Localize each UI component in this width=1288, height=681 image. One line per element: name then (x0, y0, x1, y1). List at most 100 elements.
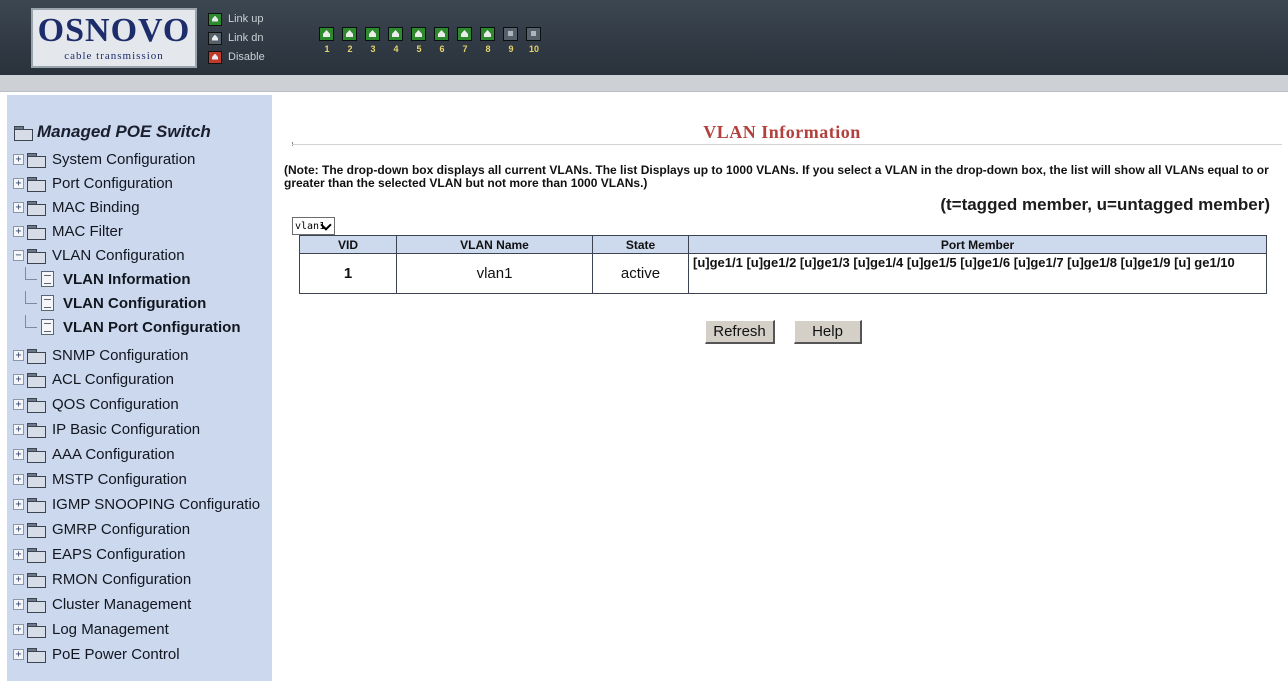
folder-icon (27, 472, 46, 488)
folder-icon (27, 422, 46, 438)
legend-link-down-label: Link dn (228, 32, 264, 44)
port-number: 1 (324, 44, 330, 54)
document-icon (41, 319, 54, 335)
port-number: 3 (370, 44, 376, 54)
collapse-minus-icon[interactable]: − (13, 249, 24, 261)
folder-icon (27, 647, 46, 663)
sidebar-item-label: VLAN Configuration (52, 246, 185, 264)
tree-root[interactable]: Managed POE Switch (14, 121, 211, 143)
sidebar-item-poe-power-control[interactable]: + PoE Power Control (13, 642, 180, 666)
folder-icon (27, 572, 46, 588)
port-8[interactable]: 8 (477, 27, 499, 61)
expand-plus-icon[interactable]: + (13, 423, 24, 435)
col-header-vid: VID (299, 235, 397, 254)
sidebar-subitem-vlan-information[interactable]: VLAN Information (21, 267, 191, 291)
port-9[interactable]: 9 (500, 27, 522, 61)
sidebar-item-qos-configuration[interactable]: + QOS Configuration (13, 392, 179, 416)
expand-plus-icon[interactable]: + (13, 398, 24, 410)
main-content: VLAN Information (Note: The drop-down bo… (272, 92, 1288, 681)
port-number: 7 (462, 44, 468, 54)
folder-icon (27, 497, 46, 513)
expand-plus-icon[interactable]: + (13, 373, 24, 385)
port-number: 6 (439, 44, 445, 54)
sidebar-item-igmp-snooping-configuration[interactable]: + IGMP SNOOPING Configuratio (13, 492, 260, 516)
sidebar-item-label: MAC Binding (52, 198, 140, 216)
cell-vid: 1 (299, 253, 397, 294)
expand-plus-icon[interactable]: + (13, 523, 24, 535)
ethernet-port-icon (319, 27, 334, 41)
expand-plus-icon[interactable]: + (13, 201, 24, 213)
disable-icon (208, 50, 222, 64)
ethernet-port-icon (411, 27, 426, 41)
expand-plus-icon[interactable]: + (13, 623, 24, 635)
sidebar-item-aaa-configuration[interactable]: + AAA Configuration (13, 442, 175, 466)
folder-icon (27, 447, 46, 463)
port-7[interactable]: 7 (454, 27, 476, 61)
sidebar-item-system-configuration[interactable]: + System Configuration (13, 147, 195, 171)
sidebar-item-port-configuration[interactable]: + Port Configuration (13, 171, 173, 195)
port-3[interactable]: 3 (362, 27, 384, 61)
legend-link-up-label: Link up (228, 13, 264, 25)
expand-plus-icon[interactable]: + (13, 498, 24, 510)
expand-plus-icon[interactable]: + (13, 598, 24, 610)
sidebar-item-acl-configuration[interactable]: + ACL Configuration (13, 367, 174, 391)
port-2[interactable]: 2 (339, 27, 361, 61)
help-button[interactable]: Help (794, 320, 862, 344)
sidebar-item-gmrp-configuration[interactable]: + GMRP Configuration (13, 517, 190, 541)
folder-icon (27, 522, 46, 538)
expand-plus-icon[interactable]: + (13, 153, 24, 165)
folder-icon (27, 224, 46, 240)
expand-plus-icon[interactable]: + (13, 573, 24, 585)
vlan-table: VID VLAN Name State Port Member 1 vlan1 … (299, 235, 1267, 294)
sidebar-item-eaps-configuration[interactable]: + EAPS Configuration (13, 542, 185, 566)
header-sub-bar (0, 75, 1288, 92)
sidebar-item-log-management[interactable]: + Log Management (13, 617, 169, 641)
port-number: 10 (528, 44, 539, 54)
tree-root-label: Managed POE Switch (37, 122, 211, 141)
sidebar-item-snmp-configuration[interactable]: + SNMP Configuration (13, 343, 188, 367)
expand-plus-icon[interactable]: + (13, 473, 24, 485)
sidebar-subitem-vlan-port-configuration[interactable]: VLAN Port Configuration (21, 315, 240, 339)
expand-plus-icon[interactable]: + (13, 648, 24, 660)
cell-port-member: [u]ge1/1 [u]ge1/2 [u]ge1/3 [u]ge1/4 [u]g… (688, 253, 1267, 294)
sidebar-item-vlan-configuration[interactable]: − VLAN Configuration (13, 243, 185, 267)
refresh-button[interactable]: Refresh (705, 320, 775, 344)
open-folder-icon (27, 248, 46, 264)
title-rule (292, 144, 1282, 145)
col-header-vlan-name: VLAN Name (396, 235, 593, 254)
expand-plus-icon[interactable]: + (13, 349, 24, 361)
sidebar-item-rmon-configuration[interactable]: + RMON Configuration (13, 567, 191, 591)
sidebar-item-label: IP Basic Configuration (52, 420, 201, 438)
sidebar-item-ip-basic-configuration[interactable]: + IP Basic Configuration (13, 417, 200, 441)
port-5[interactable]: 5 (408, 27, 430, 61)
port-1[interactable]: 1 (316, 27, 338, 61)
port-4[interactable]: 4 (385, 27, 407, 61)
sidebar-item-label: SNMP Configuration (52, 346, 189, 364)
link-down-icon (208, 31, 222, 45)
sidebar-subitem-vlan-configuration[interactable]: VLAN Configuration (21, 291, 206, 315)
member-legend: (t=tagged member, u=untagged member) (940, 195, 1270, 214)
ethernet-port-icon (480, 27, 495, 41)
sidebar-item-mac-binding[interactable]: + MAC Binding (13, 195, 140, 219)
folder-icon (27, 547, 46, 563)
expand-plus-icon[interactable]: + (13, 448, 24, 460)
expand-plus-icon[interactable]: + (13, 225, 24, 237)
expand-plus-icon[interactable]: + (13, 177, 24, 189)
sidebar-subitem-label: VLAN Information (63, 270, 191, 288)
legend-link-up: Link up (208, 11, 263, 27)
vlan-note: (Note: The drop-down box displays all cu… (284, 163, 1269, 190)
sidebar-item-label: Log Management (52, 620, 169, 638)
tree-line (21, 291, 39, 315)
vlan-select-dropdown[interactable]: vlan1 (292, 217, 335, 235)
sidebar-item-mstp-configuration[interactable]: + MSTP Configuration (13, 467, 187, 491)
expand-plus-icon[interactable]: + (13, 548, 24, 560)
port-10[interactable]: 10 (523, 27, 545, 61)
col-header-state: State (592, 235, 689, 254)
port-6[interactable]: 6 (431, 27, 453, 61)
sidebar-item-cluster-management[interactable]: + Cluster Management (13, 592, 191, 616)
sidebar-item-mac-filter[interactable]: + MAC Filter (13, 219, 123, 243)
sidebar-item-label: Port Configuration (52, 174, 173, 192)
sidebar-item-label: QOS Configuration (52, 395, 179, 413)
legend-link-down: Link dn (208, 30, 263, 46)
folder-icon (27, 152, 46, 168)
